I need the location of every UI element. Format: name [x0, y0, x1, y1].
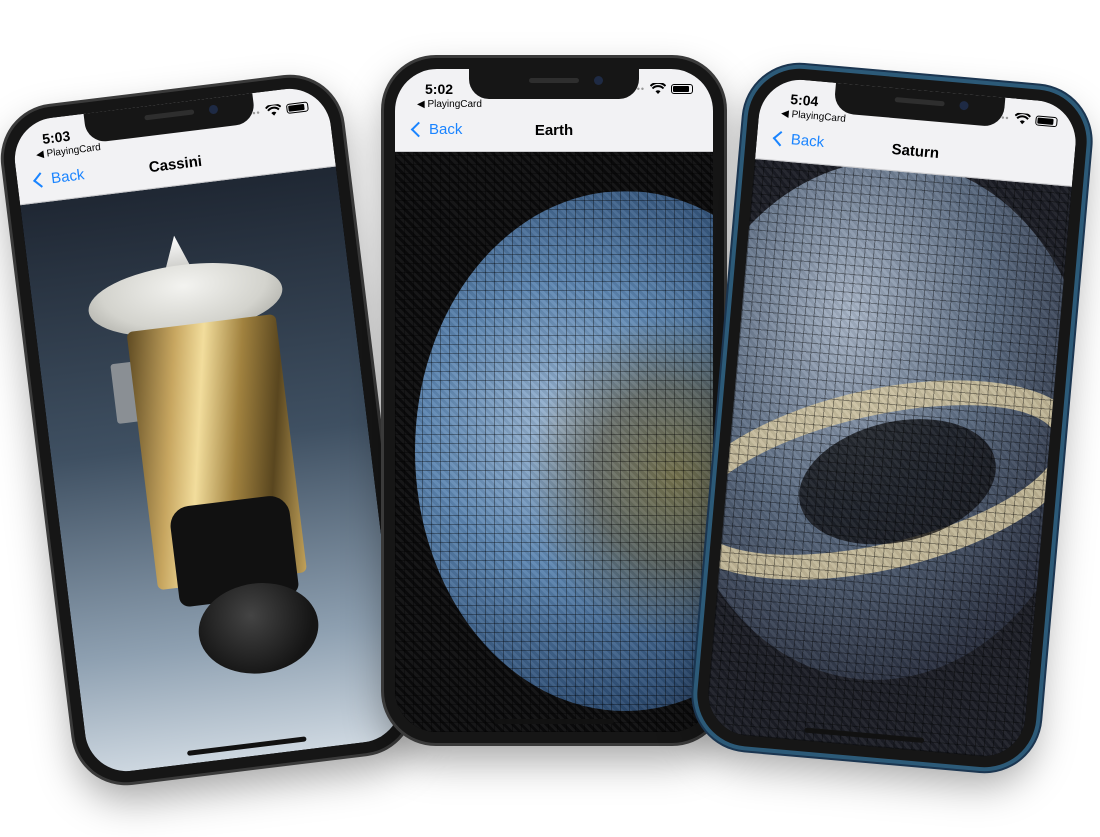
notch	[469, 69, 639, 99]
return-to-app-link[interactable]: ◀ PlayingCard	[417, 99, 482, 110]
status-time: 5:04	[789, 90, 820, 110]
saturn-mosaic-image	[704, 142, 1080, 760]
wifi-icon	[1014, 112, 1032, 125]
wifi-icon	[650, 83, 666, 94]
wifi-icon	[264, 103, 282, 116]
phone-cassini: 5:03 ◀ PlayingCard •••• Back Cassini	[0, 71, 419, 789]
cassini-image	[20, 165, 406, 776]
battery-icon	[1035, 115, 1058, 128]
battery-icon	[671, 84, 693, 94]
phone-saturn: 5:04 ◀ PlayingCard •••• Back Saturn	[693, 64, 1091, 772]
home-indicator[interactable]	[494, 719, 614, 724]
phone-screen: 5:04 ◀ PlayingCard •••• Back Saturn	[704, 76, 1080, 760]
return-to-app-link[interactable]: ◀ PlayingCard	[781, 108, 847, 125]
earth-mosaic-image	[395, 151, 713, 732]
status-time: 5:02	[425, 81, 454, 97]
phone-screen: 5:02 ◀ PlayingCard •••• Back Earth	[395, 69, 713, 732]
phone-screen: 5:03 ◀ PlayingCard •••• Back Cassini	[10, 84, 406, 776]
battery-icon	[285, 101, 309, 115]
status-time: 5:03	[41, 127, 72, 147]
nav-title: Earth	[534, 122, 574, 139]
phone-earth: 5:02 ◀ PlayingCard •••• Back Earth	[384, 58, 724, 743]
